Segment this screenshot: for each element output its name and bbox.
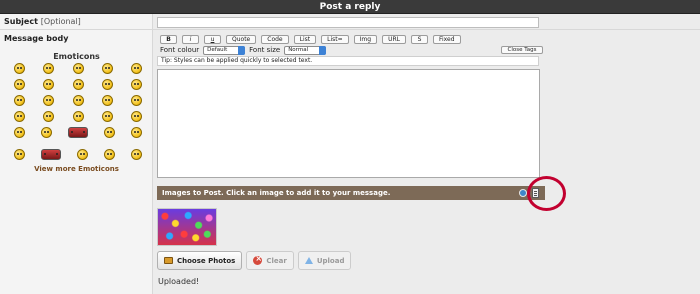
dialog-title: Post a reply [0, 0, 700, 14]
angry-emoticon[interactable] [131, 79, 142, 90]
kiss-emoticon[interactable] [131, 95, 142, 106]
strike-button[interactable]: S [410, 35, 428, 44]
bold-button[interactable]: B [160, 35, 177, 44]
devil-emoticon[interactable] [43, 95, 55, 106]
sad-emoticon[interactable] [101, 79, 113, 90]
subject-row: Subject [Optional] [0, 14, 700, 30]
list-button[interactable]: List [293, 35, 317, 44]
subject-label-text: Subject [4, 17, 38, 26]
neutral-emoticon[interactable] [14, 127, 25, 138]
subject-optional-text: [Optional] [40, 17, 81, 26]
font-colour-label: Font colour [160, 46, 200, 54]
img-button[interactable]: Img [353, 35, 378, 44]
arrow-emoticon[interactable] [131, 111, 142, 122]
emoticon-row [14, 111, 142, 127]
emoticon-row [14, 95, 142, 111]
upload-button[interactable]: Upload [297, 251, 352, 270]
thumbsup-emoticon[interactable] [104, 127, 115, 138]
upload-buttons: Choose Photos Clear Upload [157, 251, 352, 270]
close-tags-button[interactable]: Close Tags [501, 46, 543, 54]
message-body-label: Message body [4, 34, 69, 43]
clear-button[interactable]: Clear [246, 251, 294, 270]
view-more-emoticons-link[interactable]: View more Emoticons [0, 165, 153, 173]
font-colour-select[interactable]: Default [203, 45, 246, 55]
clear-icon [253, 254, 263, 265]
banner-emoticon[interactable] [68, 127, 88, 138]
url-button[interactable]: URL [382, 35, 406, 44]
chase-emoticon[interactable] [41, 149, 61, 160]
upload-arrow-icon [304, 257, 313, 264]
unsure-emoticon[interactable] [14, 111, 25, 122]
emoticon-row [14, 79, 142, 95]
tongue-emoticon[interactable] [72, 79, 84, 90]
blush-emoticon[interactable] [14, 95, 25, 106]
upload-status: Uploaded! [158, 277, 200, 286]
clear-label: Clear [266, 256, 287, 265]
shocked-emoticon[interactable] [14, 79, 25, 90]
font-colour-value: Default [207, 46, 228, 53]
ordered-list-button[interactable]: List= [321, 35, 349, 44]
message-textarea[interactable] [157, 69, 540, 178]
italic-button[interactable]: i [182, 35, 199, 44]
code-button[interactable]: Code [261, 35, 289, 44]
emoticons-title: Emoticons [53, 52, 100, 61]
emoticons-grid [14, 63, 142, 165]
fixed-button[interactable]: Fixed [432, 35, 461, 44]
format-toolbar: B i u Quote Code List List= Img URL S Fi… [160, 35, 461, 44]
chevron-down-icon [319, 45, 327, 55]
eyeroll-emoticon[interactable] [41, 127, 52, 138]
alien-emoticon[interactable] [77, 149, 88, 160]
font-size-value: Normal [288, 46, 309, 53]
sunglasses-emoticon[interactable] [43, 79, 55, 90]
images-to-post-bar: Images to Post. Click an image to add it… [157, 186, 545, 200]
hug-emoticon[interactable] [131, 149, 142, 160]
font-options-row: Font colour Default Font size Normal [160, 45, 327, 55]
choose-photos-button[interactable]: Choose Photos [157, 251, 243, 270]
laugh-emoticon[interactable] [101, 63, 113, 74]
emoticon-row [14, 149, 142, 165]
crying-emoticon[interactable] [101, 95, 113, 106]
refresh-icon[interactable] [519, 189, 527, 197]
dizzy-emoticon[interactable] [104, 149, 115, 160]
subject-input[interactable] [157, 17, 539, 28]
upload-label: Upload [316, 256, 345, 265]
font-size-label: Font size [249, 46, 281, 54]
quote-button[interactable]: Quote [226, 35, 257, 44]
chevron-down-icon [238, 45, 246, 55]
red-annotation-circle [527, 176, 566, 211]
cool-emoticon[interactable] [131, 63, 142, 74]
emoticon-row [14, 127, 142, 143]
scream-emoticon[interactable] [131, 127, 142, 138]
question-emoticon[interactable] [72, 111, 84, 122]
photos-icon [164, 257, 173, 264]
emoticon-row [14, 63, 142, 79]
underline-button[interactable]: u [204, 35, 221, 44]
grin-emoticon[interactable] [72, 63, 84, 74]
font-size-select[interactable]: Normal [284, 45, 327, 55]
uploaded-image-thumbnail[interactable] [157, 208, 217, 246]
exclaim-emoticon[interactable] [43, 111, 55, 122]
subject-label: Subject [Optional] [4, 17, 81, 26]
confused-emoticon[interactable] [72, 95, 84, 106]
idea-emoticon[interactable] [101, 111, 113, 122]
wink-emoticon[interactable] [43, 63, 55, 74]
choose-photos-label: Choose Photos [177, 256, 236, 265]
smile-emoticon[interactable] [14, 63, 25, 74]
bird-emoticon[interactable] [14, 149, 25, 160]
tip-text: Tip: Styles can be applied quickly to se… [157, 56, 539, 66]
